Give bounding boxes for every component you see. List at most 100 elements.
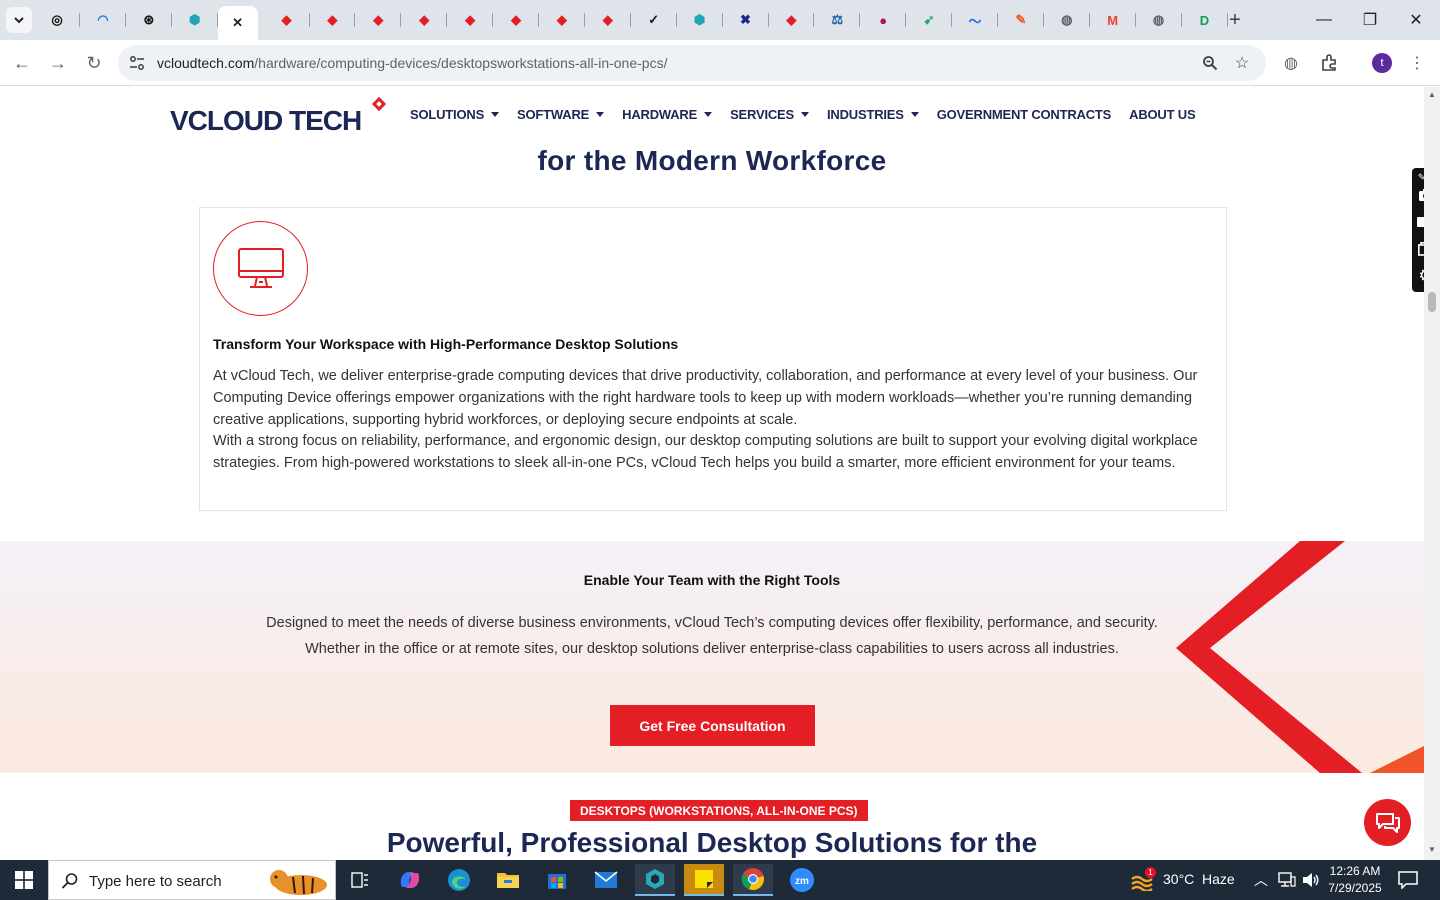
volume-icon[interactable] bbox=[1302, 872, 1320, 893]
browser-tab[interactable]: ◆ bbox=[768, 6, 815, 34]
caret-down-icon bbox=[910, 112, 919, 117]
weather-icon[interactable]: 1 bbox=[1130, 867, 1156, 893]
bookmark-star-icon[interactable]: ☆ bbox=[1232, 53, 1252, 73]
caret-down-icon bbox=[801, 112, 809, 117]
close-icon[interactable]: ✕ bbox=[229, 14, 247, 32]
url-text[interactable]: vcloudtech.com/hardware/computing-device… bbox=[157, 55, 667, 71]
back-button[interactable]: ← bbox=[10, 51, 34, 75]
browser-tab[interactable]: ✖ bbox=[723, 6, 769, 34]
weather-temp[interactable]: 30°C bbox=[1163, 871, 1194, 887]
taskbar-search-box[interactable]: Type here to search bbox=[48, 860, 336, 900]
browser-tab[interactable]: ◆ bbox=[585, 6, 631, 34]
browser-tab[interactable]: ◆ bbox=[447, 6, 494, 34]
search-icon bbox=[61, 873, 78, 889]
gmail-icon: M bbox=[1107, 12, 1119, 28]
browser-tab[interactable]: ◎ bbox=[34, 6, 80, 34]
nav-item-services[interactable]: SERVICES bbox=[730, 107, 809, 122]
new-tab-button[interactable]: + bbox=[1224, 9, 1246, 31]
zoom-app-icon[interactable]: zm bbox=[782, 864, 822, 896]
browser-tab[interactable]: ◠ bbox=[80, 6, 126, 34]
start-button[interactable] bbox=[0, 860, 48, 900]
weather-badge: 1 bbox=[1145, 867, 1156, 878]
vcloud-icon: ◆ bbox=[281, 12, 292, 27]
browser-tab[interactable]: ◆ bbox=[355, 6, 402, 34]
svg-text:zm: zm bbox=[795, 876, 809, 887]
translate-icon[interactable]: ◍ bbox=[1280, 52, 1302, 74]
edge-icon[interactable] bbox=[439, 864, 479, 896]
chrome-icon[interactable] bbox=[733, 864, 773, 896]
browser-tab[interactable]: ✓ bbox=[631, 6, 677, 34]
nav-item-solutions[interactable]: SOLUTIONS bbox=[410, 107, 500, 122]
browser-tab[interactable]: M bbox=[1090, 6, 1136, 34]
scroll-up-arrow[interactable]: ▲ bbox=[1427, 90, 1437, 100]
pulse-icon: 〜 bbox=[968, 13, 982, 29]
nav-item-about-us[interactable]: ABOUT US bbox=[1129, 107, 1195, 122]
scroll-down-arrow[interactable]: ▼ bbox=[1427, 845, 1437, 855]
card-heading: Transform Your Workspace with High-Perfo… bbox=[213, 336, 679, 352]
task-view-icon[interactable] bbox=[340, 864, 380, 896]
browser-tab[interactable]: ◆ bbox=[401, 6, 448, 34]
browser-tab[interactable]: ◍ bbox=[1044, 6, 1090, 34]
file-explorer-icon[interactable] bbox=[488, 864, 528, 896]
windows-logo-icon bbox=[15, 871, 33, 889]
page-viewport: VCLOUD TECH SOLUTIONS SOFTWARE HARDWARE SER… bbox=[0, 87, 1424, 860]
restore-button[interactable]: ❐ bbox=[1358, 8, 1382, 32]
scale-icon: ⚖ bbox=[831, 12, 844, 27]
perplexity-app-icon[interactable] bbox=[635, 864, 675, 896]
browser-tab-strip: ◎ ◠ ⊛ ⬢ ✕ ◆ ◆ ◆ ◆ ◆ ◆ ◆ ◆ ✓ ⬢ ✖ ◆ ⚖ ● ➹ 〜 ✎ ◍ M ◍ D + — ❐ ✕ bbox=[0, 0, 1440, 40]
category-pill: DESKTOPS (WORKSTATIONS, ALL-IN-ONE PCS) bbox=[570, 800, 868, 821]
vcloud-icon: ◆ bbox=[419, 12, 430, 27]
nav-item-industries[interactable]: INDUSTRIES bbox=[827, 107, 919, 122]
browser-tab[interactable]: 〜 bbox=[952, 6, 998, 34]
extensions-icon[interactable] bbox=[1318, 52, 1340, 74]
globe-icon: ◍ bbox=[1152, 12, 1165, 27]
browser-tab[interactable]: ◍ bbox=[1136, 6, 1182, 34]
network-icon[interactable] bbox=[1278, 872, 1296, 893]
browser-tab[interactable]: ✎ bbox=[998, 6, 1044, 34]
browser-tab[interactable]: ⬢ bbox=[172, 6, 218, 34]
browser-tab[interactable]: ● bbox=[860, 6, 907, 34]
browser-tab[interactable]: ➹ bbox=[906, 6, 953, 34]
mail-icon[interactable] bbox=[586, 864, 626, 896]
browser-tab[interactable]: ◆ bbox=[493, 6, 539, 34]
band-body: Designed to meet the needs of diverse bu… bbox=[266, 615, 1158, 657]
clock-time: 12:26 AM bbox=[1329, 864, 1381, 878]
minimize-button[interactable]: — bbox=[1312, 8, 1336, 32]
weather-desc[interactable]: Haze bbox=[1202, 871, 1235, 887]
nav-item-government-contracts[interactable]: GOVERNMENT CONTRACTS bbox=[937, 107, 1112, 122]
nav-item-hardware[interactable]: HARDWARE bbox=[622, 107, 713, 122]
browser-tab[interactable]: ◆ bbox=[539, 6, 585, 34]
site-logo[interactable]: VCLOUD TECH bbox=[170, 95, 392, 137]
browser-tab[interactable]: ⊛ bbox=[126, 6, 172, 34]
reload-button[interactable]: ↻ bbox=[82, 51, 106, 75]
browser-tab[interactable]: ◆ bbox=[264, 6, 310, 34]
caret-down-icon bbox=[491, 112, 500, 117]
forward-button[interactable]: → bbox=[46, 51, 70, 75]
browser-tab[interactable]: ✕ bbox=[217, 6, 258, 40]
page-scrollbar[interactable]: ▲ ▼ bbox=[1424, 87, 1440, 860]
microsoft-store-icon[interactable] bbox=[537, 864, 577, 896]
browser-tab[interactable]: ◆ bbox=[309, 6, 356, 34]
copilot-icon[interactable] bbox=[390, 864, 430, 896]
menu-kebab-icon[interactable]: ⋮ bbox=[1406, 52, 1428, 74]
show-hidden-icons-chevron-icon[interactable]: ︿ bbox=[1254, 870, 1268, 890]
tab-search-button[interactable] bbox=[6, 7, 32, 33]
chevron-down-icon bbox=[14, 17, 24, 24]
site-navigation: SOLUTIONS SOFTWARE HARDWARE SERVICES INDUSTR… bbox=[410, 107, 1196, 122]
browser-tab[interactable]: ⚖ bbox=[814, 6, 861, 34]
address-bar[interactable]: vcloudtech.com/hardware/computing-device… bbox=[118, 45, 1266, 81]
chat-button[interactable] bbox=[1364, 799, 1411, 846]
zoom-icon[interactable] bbox=[1200, 53, 1220, 73]
nav-item-software[interactable]: SOFTWARE bbox=[517, 107, 605, 122]
close-window-button[interactable]: ✕ bbox=[1404, 8, 1428, 32]
site-info-icon[interactable] bbox=[128, 54, 146, 72]
browser-tab[interactable]: ⬢ bbox=[677, 6, 723, 34]
scroll-thumb[interactable] bbox=[1428, 292, 1436, 312]
sticky-notes-icon[interactable] bbox=[684, 864, 724, 896]
notifications-icon[interactable] bbox=[1398, 871, 1418, 894]
browser-tab[interactable]: D bbox=[1182, 6, 1228, 34]
get-free-consultation-button[interactable]: Get Free Consultation bbox=[610, 705, 815, 746]
logo-wordmark: VCLOUD TECH bbox=[170, 105, 362, 137]
system-clock[interactable]: 12:26 AM 7/29/2025 bbox=[1322, 863, 1388, 897]
profile-avatar[interactable]: t bbox=[1372, 53, 1392, 73]
